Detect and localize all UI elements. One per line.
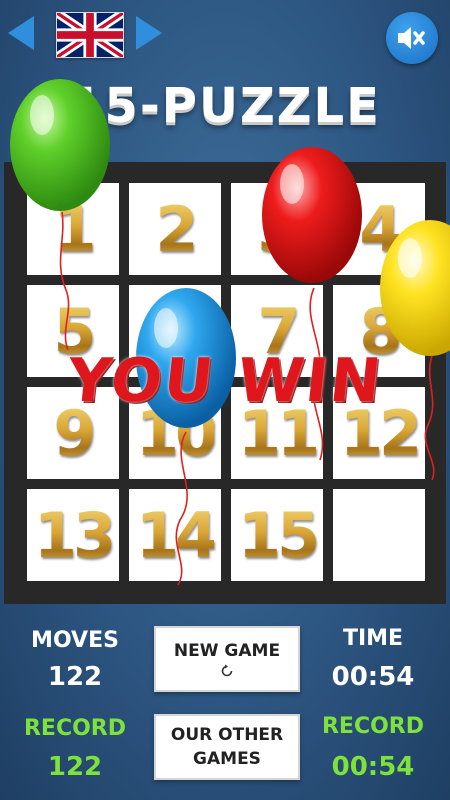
prev-language-arrow-icon[interactable]	[8, 16, 34, 50]
record-moves-value: 122	[47, 752, 103, 782]
tile-number: 1	[53, 192, 96, 266]
record-time-label: RECORD	[321, 714, 425, 739]
record-moves-label: RECORD	[23, 716, 127, 741]
tile-number: 13	[33, 498, 116, 572]
tile-number: 4	[359, 192, 402, 266]
tile[interactable]: 13	[27, 489, 119, 581]
tile-number: 2	[155, 192, 198, 266]
tile[interactable]: 3	[231, 183, 323, 275]
tile[interactable]: 14	[129, 489, 221, 581]
tile[interactable]: 15	[231, 489, 323, 581]
win-message: YOU WIN	[63, 346, 387, 416]
tile[interactable]: 2	[129, 183, 221, 275]
tile-number: 14	[135, 498, 218, 572]
time-label: TIME	[342, 626, 404, 651]
uk-flag-icon[interactable]	[56, 12, 124, 58]
other-games-label: OUR OTHER GAMES	[170, 725, 284, 769]
tile[interactable]: 1	[27, 183, 119, 275]
speaker-muted-icon	[398, 27, 425, 49]
game-title: 15-PUZZLE	[69, 78, 381, 134]
restart-icon	[221, 664, 233, 677]
time-value: 00:54	[331, 662, 415, 692]
new-game-button[interactable]: NEW GAME	[154, 626, 300, 692]
tile[interactable]: 4	[333, 183, 425, 275]
moves-value: 122	[47, 662, 103, 692]
tile-number: 15	[237, 498, 320, 572]
record-time-value: 00:54	[331, 752, 415, 782]
tile-number: 3	[257, 192, 300, 266]
empty-tile[interactable]	[333, 489, 425, 581]
moves-label: MOVES	[31, 628, 119, 653]
new-game-label: NEW GAME	[173, 641, 281, 661]
other-games-button[interactable]: OUR OTHER GAMES	[154, 714, 300, 780]
next-language-arrow-icon[interactable]	[136, 16, 162, 50]
sound-toggle-button[interactable]	[386, 12, 438, 64]
